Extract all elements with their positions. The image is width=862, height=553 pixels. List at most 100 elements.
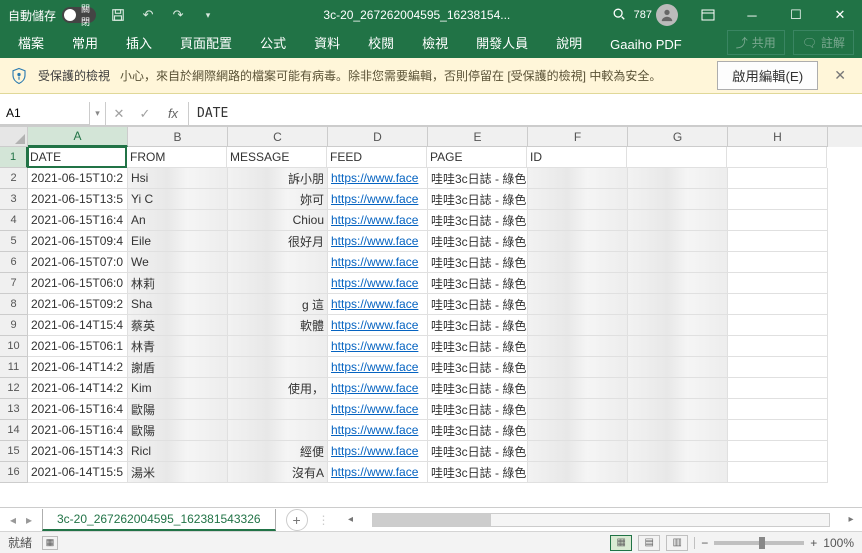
cell[interactable]: 2021-06-15T14:3: [28, 441, 128, 462]
cell[interactable]: [728, 273, 828, 294]
cell[interactable]: FROM: [127, 147, 227, 168]
formula-input[interactable]: [189, 102, 862, 125]
cell[interactable]: [728, 168, 828, 189]
cell[interactable]: Eile: [128, 231, 228, 252]
cell[interactable]: [628, 399, 728, 420]
col-header-B[interactable]: B: [128, 127, 228, 147]
row-header[interactable]: 11: [0, 357, 28, 378]
normal-view-button[interactable]: ▦: [610, 535, 632, 551]
cell[interactable]: g 這: [228, 294, 328, 315]
name-box-dropdown-icon[interactable]: ▾: [90, 102, 106, 125]
cell[interactable]: Kim: [128, 378, 228, 399]
cell[interactable]: 妳可: [228, 189, 328, 210]
row-header[interactable]: 13: [0, 399, 28, 420]
row-header[interactable]: 12: [0, 378, 28, 399]
row-header[interactable]: 5: [0, 231, 28, 252]
hyperlink[interactable]: https://www.face: [331, 360, 418, 374]
sheet-tab[interactable]: 3c-20_267262004595_162381543326: [42, 509, 276, 531]
cell[interactable]: 蔡英: [128, 315, 228, 336]
scroll-left-icon[interactable]: ◂: [344, 514, 358, 525]
cell[interactable]: Chiou: [228, 210, 328, 231]
cell[interactable]: [528, 462, 628, 483]
cell[interactable]: 哇哇3c日誌 - 綠色: [428, 420, 528, 441]
cell[interactable]: 哇哇3c日誌 - 綠色: [428, 462, 528, 483]
row-header[interactable]: 8: [0, 294, 28, 315]
enable-editing-button[interactable]: 啟用編輯(E): [717, 61, 818, 90]
hyperlink[interactable]: https://www.face: [331, 297, 418, 311]
hyperlink[interactable]: https://www.face: [331, 339, 418, 353]
tab-pagelayout[interactable]: 頁面配置: [166, 27, 246, 58]
cell[interactable]: MESSAGE: [227, 147, 327, 168]
cell[interactable]: 2021-06-14T14:2: [28, 378, 128, 399]
cell[interactable]: 哇哇3c日誌 - 綠色: [428, 168, 528, 189]
cell[interactable]: [528, 273, 628, 294]
cell[interactable]: [628, 315, 728, 336]
cell[interactable]: 哇哇3c日誌 - 綠色: [428, 399, 528, 420]
row-header[interactable]: 3: [0, 189, 28, 210]
horizontal-scrollbar[interactable]: ◂ ▸: [340, 513, 862, 527]
cell[interactable]: https://www.face: [328, 273, 428, 294]
cell[interactable]: https://www.face: [328, 315, 428, 336]
row-header[interactable]: 6: [0, 252, 28, 273]
hyperlink[interactable]: https://www.face: [331, 444, 418, 458]
cell[interactable]: [628, 273, 728, 294]
cell[interactable]: 林青: [128, 336, 228, 357]
scroll-right-icon[interactable]: ▸: [844, 514, 858, 525]
cell[interactable]: An: [128, 210, 228, 231]
cell[interactable]: 2021-06-15T06:1: [28, 336, 128, 357]
cell[interactable]: 哇哇3c日誌 - 綠色: [428, 189, 528, 210]
zoom-level[interactable]: 100%: [823, 536, 854, 550]
cell[interactable]: 2021-06-15T10:2: [28, 168, 128, 189]
cell[interactable]: [228, 252, 328, 273]
cell[interactable]: https://www.face: [328, 420, 428, 441]
cell[interactable]: 2021-06-15T06:0: [28, 273, 128, 294]
sheet-prev-icon[interactable]: ◂: [6, 513, 20, 527]
cell[interactable]: https://www.face: [328, 399, 428, 420]
cell[interactable]: [728, 294, 828, 315]
col-header-F[interactable]: F: [528, 127, 628, 147]
cell[interactable]: [728, 252, 828, 273]
cell[interactable]: 經便: [228, 441, 328, 462]
search-icon[interactable]: [612, 7, 626, 24]
cell[interactable]: 林莉: [128, 273, 228, 294]
cell[interactable]: [728, 441, 828, 462]
cell[interactable]: 訴小朋: [228, 168, 328, 189]
cell[interactable]: [528, 231, 628, 252]
col-header-E[interactable]: E: [428, 127, 528, 147]
cell[interactable]: https://www.face: [328, 357, 428, 378]
cell[interactable]: https://www.face: [328, 210, 428, 231]
hyperlink[interactable]: https://www.face: [331, 318, 418, 332]
cell[interactable]: [528, 336, 628, 357]
cell[interactable]: [528, 210, 628, 231]
cell[interactable]: 沒有A: [228, 462, 328, 483]
cell[interactable]: [228, 336, 328, 357]
cell[interactable]: 哇哇3c日誌 - 綠色: [428, 378, 528, 399]
autosave-toggle[interactable]: 關閉: [62, 7, 96, 23]
cell[interactable]: 哇哇3c日誌 - 綠色: [428, 315, 528, 336]
cell[interactable]: [727, 147, 827, 168]
tab-review[interactable]: 校閱: [354, 27, 408, 58]
cell[interactable]: 哇哇3c日誌 - 綠色: [428, 231, 528, 252]
undo-icon[interactable]: ↶: [134, 1, 162, 29]
cell[interactable]: 謝盾: [128, 357, 228, 378]
cell[interactable]: https://www.face: [328, 294, 428, 315]
cell[interactable]: [728, 189, 828, 210]
fx-icon[interactable]: fx: [158, 106, 188, 121]
cell[interactable]: [528, 168, 628, 189]
tab-gaaiho[interactable]: Gaaiho PDF: [596, 31, 696, 58]
select-all-corner[interactable]: [0, 127, 28, 147]
zoom-in-button[interactable]: +: [810, 536, 817, 550]
zoom-slider[interactable]: [714, 541, 804, 545]
cell[interactable]: https://www.face: [328, 441, 428, 462]
cell[interactable]: 很好月: [228, 231, 328, 252]
cell[interactable]: FEED: [327, 147, 427, 168]
tab-insert[interactable]: 插入: [112, 27, 166, 58]
cell[interactable]: 歐陽: [128, 399, 228, 420]
tab-developer[interactable]: 開發人員: [462, 27, 542, 58]
tab-help[interactable]: 說明: [542, 27, 596, 58]
cell[interactable]: [628, 231, 728, 252]
row-header[interactable]: 1: [0, 147, 28, 168]
hyperlink[interactable]: https://www.face: [331, 234, 418, 248]
tab-file[interactable]: 檔案: [4, 27, 58, 58]
cell[interactable]: [728, 231, 828, 252]
